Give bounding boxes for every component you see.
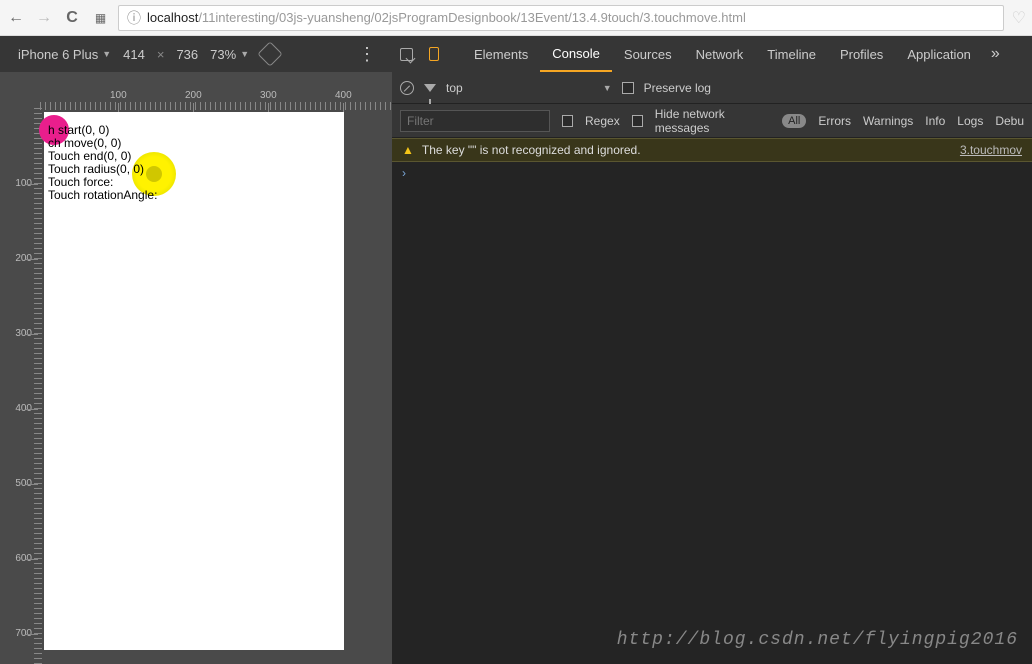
site-info-icon: ⓘ [127,8,141,28]
ruler-tick: 200 [185,90,202,101]
console-prompt[interactable]: › [392,162,1032,184]
regex-label: Regex [585,114,620,128]
device-name-label: iPhone 6 Plus [18,47,98,62]
device-selector[interactable]: iPhone 6 Plus ▼ [18,47,111,62]
tab-profiles[interactable]: Profiles [828,36,895,72]
level-errors[interactable]: Errors [818,114,851,128]
url-path: /11interesting/03js-yuansheng/02jsProgra… [198,10,746,25]
warning-source-link[interactable]: 3.touchmov [960,143,1022,157]
toggle-device-button[interactable] [420,36,448,72]
filter-icon[interactable] [424,84,436,92]
preserve-log-label: Preserve log [644,81,711,95]
device-width[interactable]: 414 [123,47,145,62]
tab-sources[interactable]: Sources [612,36,684,72]
level-all[interactable]: All [782,114,806,128]
device-x: × [157,47,165,62]
filter-input[interactable] [400,110,550,132]
context-label: top [446,81,463,95]
address-bar[interactable]: ⓘ localhost /11interesting/03js-yuanshen… [118,5,1004,31]
device-toolbar: iPhone 6 Plus ▼ 414 × 736 73% ▼ ⋮ [0,44,392,65]
ruler-tick: 400 [335,90,352,101]
preserve-log-checkbox[interactable] [622,82,634,94]
browser-toolbar: ← → C ▦ ⓘ localhost /11interesting/03js-… [0,0,1032,36]
device-viewport-pane: 100 200 300 400 100 200 300 400 500 600 … [0,72,392,664]
ruler-tick: 100 [110,90,127,101]
ruler-tick: 600 [10,553,32,564]
main-split: 100 200 300 400 100 200 300 400 500 600 … [0,72,1032,664]
back-button[interactable]: ← [6,8,26,28]
level-warnings[interactable]: Warnings [863,114,913,128]
warning-text: The key "" is not recognized and ignored… [422,143,641,157]
zoom-selector[interactable]: 73% ▼ [210,47,249,62]
tab-console[interactable]: Console [540,36,612,72]
tab-network[interactable]: Network [684,36,756,72]
url-host: localhost [147,10,198,25]
level-info[interactable]: Info [925,114,945,128]
tab-application[interactable]: Application [895,36,983,72]
touch-output: h start(0, 0) ch move(0, 0) Touch end(0,… [48,124,157,202]
tab-elements[interactable]: Elements [462,36,540,72]
ruler-tick: 500 [10,478,32,489]
hide-network-checkbox[interactable] [632,115,643,127]
warning-icon: ▲ [402,143,414,157]
level-debug[interactable]: Debu [995,114,1024,128]
chevron-down-icon: ▼ [240,49,249,59]
ruler-hatch-v [34,108,42,664]
console-body: ▲ The key "" is not recognized and ignor… [392,138,1032,664]
clear-console-icon[interactable] [400,81,414,95]
inspect-button[interactable] [392,36,420,72]
ruler-tick: 200 [10,253,32,264]
touch-line: Touch rotationAngle: [48,189,157,202]
ruler-tick: 400 [10,403,32,414]
ruler-tick: 700 [10,628,32,639]
zoom-label: 73% [210,47,236,62]
emulated-viewport[interactable]: h start(0, 0) ch move(0, 0) Touch end(0,… [44,112,344,650]
console-pane: top ▼ Preserve log Regex Hide network me… [392,72,1032,664]
context-selector[interactable]: top ▼ [446,81,612,95]
chevron-down-icon: ▼ [102,49,111,59]
apps-button[interactable]: ▦ [90,8,110,28]
device-height[interactable]: 736 [176,47,198,62]
console-warning-row: ▲ The key "" is not recognized and ignor… [392,138,1032,162]
reload-button[interactable]: C [62,8,82,28]
forward-button[interactable]: → [34,8,54,28]
devtools-tabs: Elements Console Sources Network Timelin… [392,36,1032,72]
rotate-icon[interactable] [257,41,282,66]
devtools-toolbar: iPhone 6 Plus ▼ 414 × 736 73% ▼ ⋮ Elemen… [0,36,1032,72]
more-options-button[interactable]: ⋮ [358,44,374,65]
bookmark-icon[interactable]: ♡ [1012,8,1026,28]
ruler-tick: 300 [10,328,32,339]
chevron-down-icon: ▼ [603,83,612,93]
tabs-overflow-button[interactable]: » [983,45,1008,63]
level-logs[interactable]: Logs [957,114,983,128]
tab-timeline[interactable]: Timeline [755,36,828,72]
console-toolbar: top ▼ Preserve log [392,72,1032,104]
regex-checkbox[interactable] [562,115,573,127]
ruler-tick: 100 [10,178,32,189]
ruler-tick: 300 [260,90,277,101]
ruler-hatch-h [40,102,392,110]
hide-network-label: Hide network messages [655,107,770,135]
console-filter-row: Regex Hide network messages All Errors W… [392,104,1032,138]
